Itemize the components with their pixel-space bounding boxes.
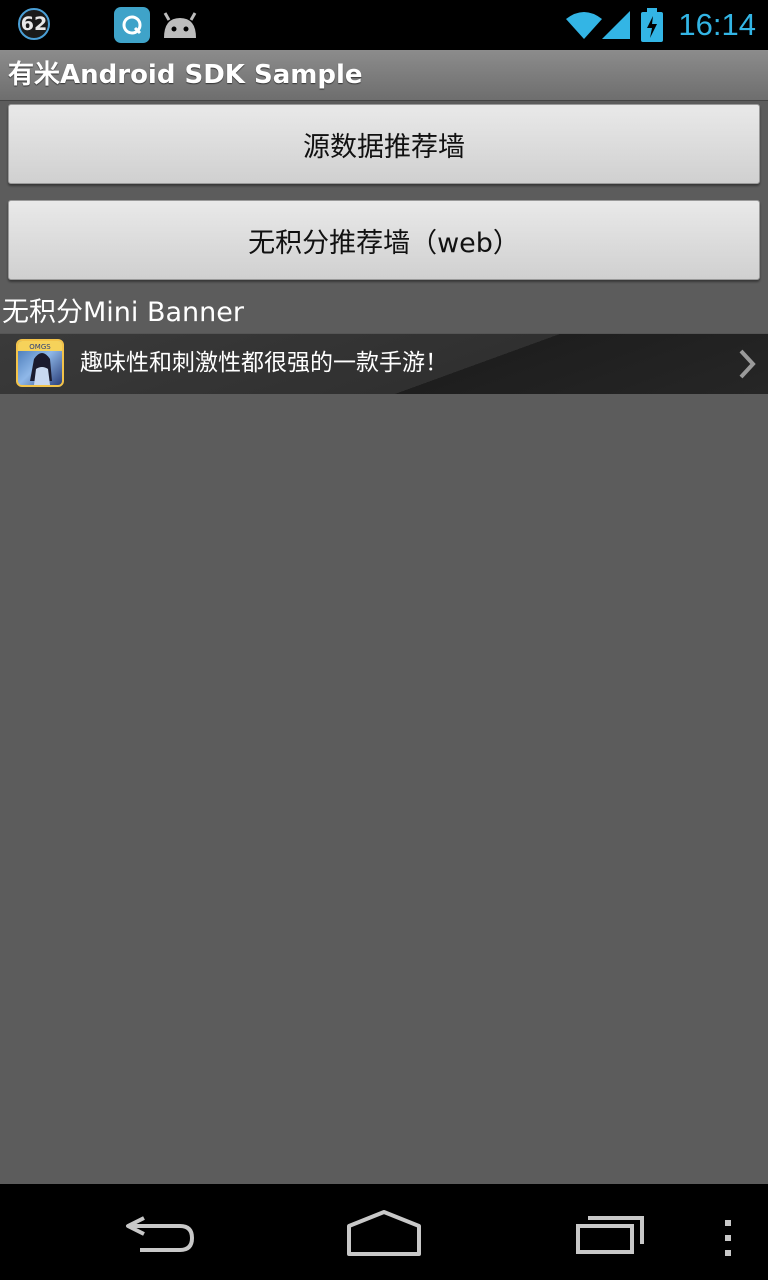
source-data-wall-button[interactable]: 源数据推荐墙: [8, 104, 760, 184]
navigation-bar: [0, 1184, 768, 1280]
recent-apps-icon[interactable]: [574, 1210, 646, 1256]
game-app-icon: OMGS: [16, 339, 64, 387]
home-icon[interactable]: [345, 1206, 423, 1258]
no-points-web-wall-button[interactable]: 无积分推荐墙（web）: [8, 200, 760, 280]
notification-count-icon: 62: [18, 8, 50, 40]
wifi-icon: [566, 12, 602, 39]
signal-icon: [602, 11, 630, 39]
chevron-right-icon: [739, 349, 756, 379]
status-time: 16:14: [678, 7, 756, 42]
app-title: 有米Android SDK Sample: [8, 60, 363, 90]
app-notification-icon: [114, 7, 150, 43]
android-icon: [163, 12, 197, 38]
source-data-wall-button-label: 源数据推荐墙: [303, 131, 465, 163]
game-app-icon-badge: OMGS: [29, 343, 51, 351]
battery-charging-icon: [641, 8, 663, 42]
banner-ad-text: 趣味性和刺激性都很强的一款手游！: [80, 350, 448, 376]
mini-banner-ad[interactable]: OMGS 趣味性和刺激性都很强的一款手游！: [0, 333, 768, 394]
status-bar: 62 16:14: [0, 0, 768, 50]
notification-count: 62: [20, 13, 48, 35]
menu-icon[interactable]: [720, 1218, 736, 1258]
mini-banner-label: 无积分Mini Banner: [2, 297, 244, 328]
title-bar: 有米Android SDK Sample: [0, 50, 768, 101]
no-points-web-wall-button-label: 无积分推荐墙（web）: [248, 227, 520, 259]
back-icon[interactable]: [124, 1208, 196, 1256]
